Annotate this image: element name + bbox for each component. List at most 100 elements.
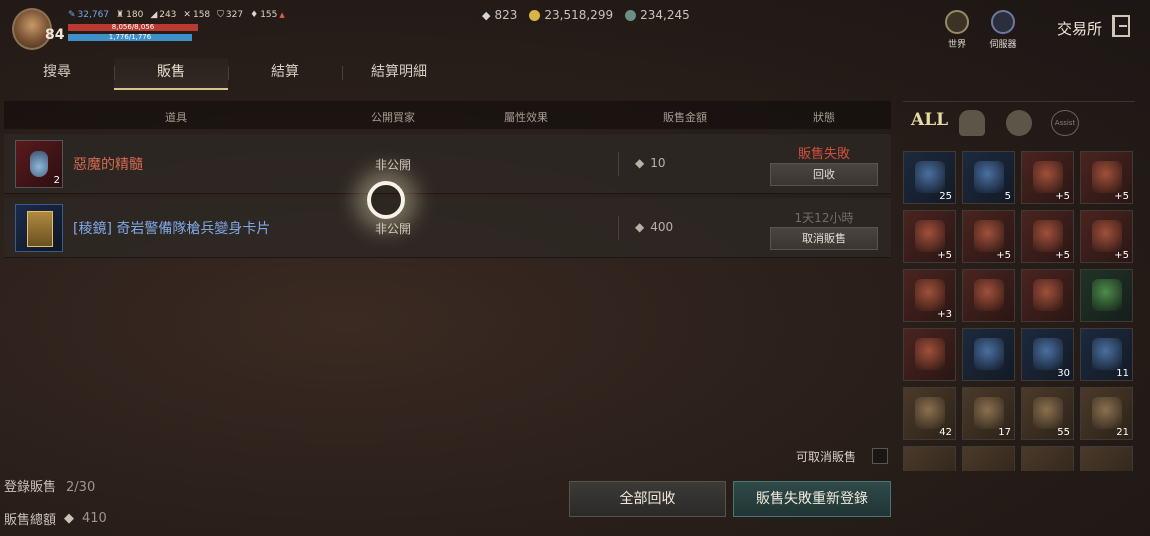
item-icon [1033,220,1063,252]
stat-boot: ◢ 243 [150,10,177,20]
reregister-failed-button[interactable]: 販售失敗重新登錄 [733,481,891,517]
tab-settlement-details[interactable]: 結算明細 [342,58,456,90]
item-count: +5 [1114,191,1129,202]
inventory-slot[interactable]: 25 [903,151,956,204]
stat-shield: ⛉ 327 [217,10,244,20]
inventory-slot[interactable]: 5 [962,151,1015,204]
globe-icon [945,10,969,34]
server-icon [991,10,1015,34]
table-header: 道具 公開買家 屬性效果 販售金額 狀態 [4,101,891,129]
item-icon [1033,397,1063,429]
item-count: 25 [939,191,952,202]
cancelable-checkbox[interactable] [872,448,888,464]
stat-diamond: ♦ 155 ▲ [250,10,285,20]
feather-icon: ✎ [68,10,76,20]
card-icon[interactable] [15,204,63,252]
remaining-time: 1天12小時 [794,211,854,225]
item-count: +5 [1114,250,1129,261]
diamond-icon: ◆ [64,511,75,526]
item-icon [974,279,1004,311]
item-icon [1092,279,1122,311]
cancelable-label: 可取消販售 [796,450,857,464]
item-count: 42 [939,427,952,438]
tab-all[interactable]: ALL [911,110,948,136]
inventory-slot[interactable]: +5 [1021,210,1074,263]
tab-sell[interactable]: 販售 [114,58,228,90]
status-text: 販售失敗 [797,147,851,162]
inventory-slot[interactable]: 21 [1080,387,1133,440]
item-qty: 2 [53,175,60,186]
item-icon [915,338,945,370]
item-icon [915,161,945,193]
inventory-slot[interactable] [1080,269,1133,322]
inventory-slot[interactable]: +5 [1021,151,1074,204]
inventory-slot[interactable]: +5 [1080,210,1133,263]
inventory-slot[interactable] [962,269,1015,322]
diamond-icon: ♦ [250,10,259,20]
gem-currency: 234,245 [625,8,690,22]
potion-icon[interactable]: 2 [15,140,63,188]
inventory-slot[interactable]: 42 [903,387,956,440]
buyer-visibility: 非公開 [374,158,412,172]
inventory-slot[interactable]: +5 [962,210,1015,263]
item-count: +3 [937,309,952,320]
inventory-slot[interactable] [962,328,1015,381]
inventory-slot[interactable] [1021,446,1074,471]
inventory-slot[interactable] [1021,269,1074,322]
inventory-slot[interactable] [1080,446,1133,471]
stat-swords: ✕ 158 [183,10,211,20]
inventory-slot[interactable]: 17 [962,387,1015,440]
inventory-slot[interactable]: 11 [1080,328,1133,381]
bag-icon[interactable] [1006,110,1032,136]
inventory-slot[interactable] [962,446,1015,471]
collect-all-button[interactable]: 全部回收 [569,481,726,517]
top-bar: 84 ✎ 32,767 ♜ 180 ◢ 243 ✕ 158 ⛉ 327 ♦ 155 ▲ 8,0… [0,0,1150,58]
item-count: 55 [1057,427,1070,438]
item-icon [1033,161,1063,193]
server-button[interactable]: 伺服器 [983,10,1023,50]
item-icon [1033,338,1063,370]
retrieve-button[interactable]: 回收 [770,163,878,186]
item-icon [915,279,945,311]
header-item: 道具 [165,111,187,124]
gem-icon [625,9,637,21]
cancel-sale-button[interactable]: 取消販售 [770,227,878,250]
item-name: [稜鏡] 奇岩警備隊槍兵變身卡片 [73,221,271,237]
world-label: 世界 [947,40,966,50]
inventory-slot[interactable]: 55 [1021,387,1074,440]
item-icon [1092,220,1122,252]
inventory-slot[interactable]: 30 [1021,328,1074,381]
sale-price: ◆ 400 [635,220,674,234]
helmet-icon[interactable] [959,110,985,136]
divider [618,152,619,176]
table-row[interactable]: 2 惡魔的精髓 非公開 ◆ 10 販售失敗 回收 [4,134,891,194]
item-count: 11 [1116,368,1129,379]
inventory-slot[interactable] [903,446,956,471]
diamond-icon: ◆ [635,156,645,170]
header-attribute: 屬性效果 [504,111,548,124]
inventory-slot[interactable] [903,328,956,381]
item-count: 17 [998,427,1011,438]
tab-search[interactable]: 搜尋 [0,58,114,90]
header-price: 販售金額 [663,111,707,124]
inventory-slot[interactable]: +5 [1080,151,1133,204]
inventory-slot[interactable]: +5 [903,210,956,263]
currency-bar: ◆ 823 23,518,299 234,245 [482,8,690,22]
tab-assist[interactable]: Assist [1051,110,1079,136]
tab-settlement[interactable]: 結算 [228,58,342,90]
item-icon [974,338,1004,370]
item-icon [915,397,945,429]
shield-icon: ⛉ [217,10,224,20]
world-button[interactable]: 世界 [937,10,977,50]
inventory-slot[interactable]: +3 [903,269,956,322]
total-label: 販售總額 [4,513,57,528]
table-row[interactable]: [稜鏡] 奇岩警備隊槍兵變身卡片 非公開 ◆ 400 1天12小時 取消販售 [4,198,891,258]
item-icon [1092,338,1122,370]
sale-total: 販售總額 ◆ 410 [4,509,107,528]
registered-label: 登錄販售 [4,480,57,495]
item-count: 5 [1004,191,1011,202]
exchange-tabs: 搜尋 販售 結算 結算明細 [0,58,460,90]
stat-feather: ✎ 32,767 [68,10,110,20]
item-icon [915,220,945,252]
exit-icon[interactable] [1112,15,1130,37]
